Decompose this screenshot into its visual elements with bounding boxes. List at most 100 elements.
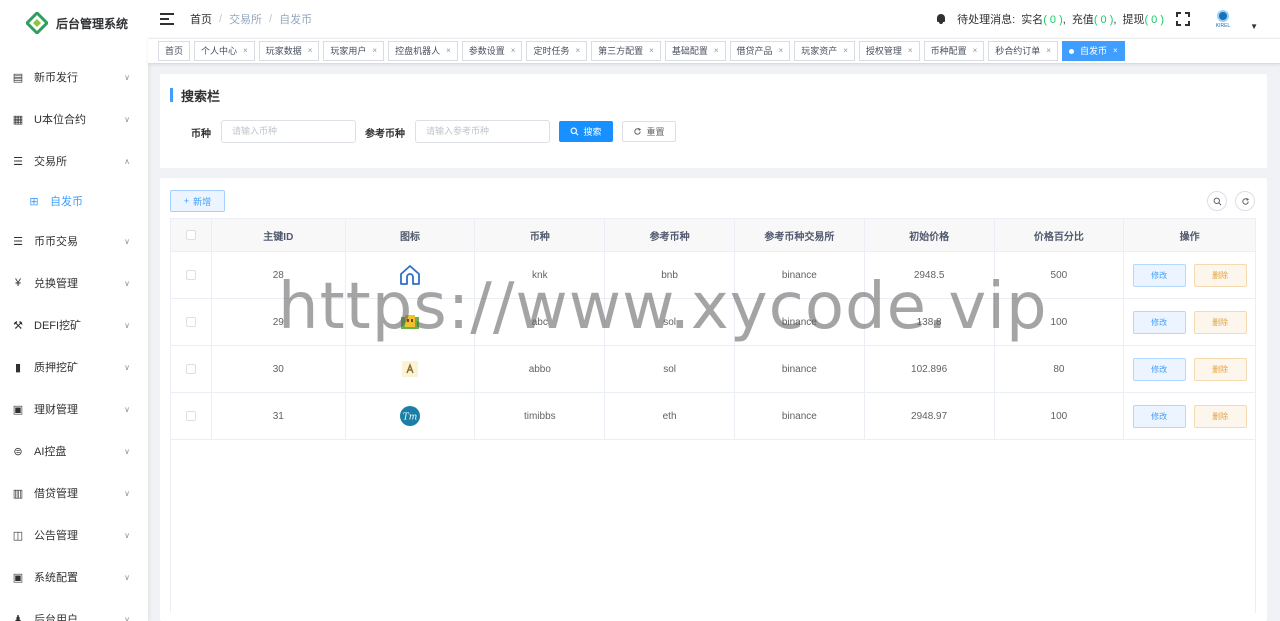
sidebar-item-loan[interactable]: ▥ 借贷管理 ∨ <box>0 472 148 514</box>
logo[interactable]: 后台管理系统 <box>0 0 148 46</box>
row-checkbox[interactable] <box>185 270 196 280</box>
close-icon[interactable]: × <box>779 42 784 60</box>
close-icon[interactable]: × <box>308 42 313 60</box>
search-button[interactable]: 搜索 <box>559 121 613 142</box>
sidebar-menu: ▤ 新币发行 ∨ ▦ U本位合约 ∨ ☰ 交易所 ∧ ⊞ 自发币 ☰ 币币交易 … <box>0 56 148 621</box>
close-icon[interactable]: × <box>1046 42 1051 60</box>
close-icon[interactable]: × <box>649 42 654 60</box>
ref-coin-input[interactable]: 请输入参考币种 <box>415 120 550 143</box>
search-icon <box>1213 197 1221 205</box>
close-icon[interactable]: × <box>908 42 913 60</box>
notice-withdraw[interactable]: 提现( 0 ) <box>1122 11 1164 27</box>
close-icon[interactable]: × <box>372 42 377 60</box>
sidebar-item-swap[interactable]: ¥ 兑换管理 ∨ <box>0 262 148 304</box>
row-checkbox[interactable] <box>185 411 196 421</box>
close-icon[interactable]: × <box>843 42 848 60</box>
close-icon[interactable]: × <box>1113 42 1118 60</box>
sidebar-item-new-coin[interactable]: ▤ 新币发行 ∨ <box>0 56 148 98</box>
delete-button[interactable]: 删除 <box>1193 404 1247 428</box>
tag-cron[interactable]: 定时任务 × <box>526 41 588 61</box>
sidebar-item-self-coin[interactable]: ⊞ 自发币 <box>0 182 148 220</box>
sidebar-item-exchange[interactable]: ☰ 交易所 ∧ <box>0 140 148 182</box>
hamburger-icon[interactable] <box>160 13 174 25</box>
close-icon[interactable]: × <box>714 42 719 60</box>
table-header: 主键ID 图标 币种 参考币种 参考币种交易所 初始价格 价格百分比 操作 <box>171 219 1255 252</box>
cell-icon <box>346 299 476 345</box>
tag-base-config[interactable]: 基础配置 × <box>664 41 726 61</box>
tag-label: 玩家用户 <box>330 46 367 56</box>
cell-icon: Tm <box>346 393 476 439</box>
cell-ref-coin: sol <box>605 299 735 345</box>
reset-button[interactable]: 重置 <box>622 121 676 142</box>
tag-label: 玩家资产 <box>801 46 838 56</box>
row-checkbox[interactable] <box>185 364 196 374</box>
tag-player-data[interactable]: 玩家数据 × <box>258 41 320 61</box>
sidebar-item-ai[interactable]: ⊜ AI控盘 ∨ <box>0 430 148 472</box>
delete-button[interactable]: 删除 <box>1193 357 1247 381</box>
edit-button[interactable]: 修改 <box>1132 357 1186 381</box>
sidebar-item-label: 自发币 <box>50 196 83 208</box>
edit-button[interactable]: 修改 <box>1132 404 1186 428</box>
row-checkbox[interactable] <box>185 317 196 327</box>
sidebar-item-label: 系统配置 <box>34 572 78 584</box>
edit-button[interactable]: 修改 <box>1132 263 1186 287</box>
tag-label: 个人中心 <box>201 46 238 56</box>
close-icon[interactable]: × <box>446 42 451 60</box>
tag-player-user[interactable]: 玩家用户 × <box>323 41 385 61</box>
notice-recharge[interactable]: 充值( 0 ), <box>1072 11 1117 27</box>
cell-actions: 修改 删除 <box>1124 299 1255 345</box>
cell-price: 2948.5 <box>865 252 995 298</box>
cell-ref-coin: sol <box>605 346 735 392</box>
tag-auth[interactable]: 授权管理 × <box>858 41 920 61</box>
tag-self-coin[interactable]: 自发币 × <box>1061 41 1125 61</box>
column-header[interactable]: 主键ID <box>212 219 346 251</box>
chevron-down-icon: ∨ <box>124 446 130 456</box>
search-toggle-button[interactable] <box>1207 191 1227 211</box>
sidebar-item-admin-user[interactable]: ♟ 后台用户 ∨ <box>0 598 148 621</box>
plus-icon: + <box>183 196 190 206</box>
list-icon: ☰ <box>13 155 23 168</box>
sidebar-item-notice[interactable]: ◫ 公告管理 ∨ <box>0 514 148 556</box>
tag-coin-config[interactable]: 币种配置 × <box>923 41 985 61</box>
close-icon[interactable]: × <box>243 42 248 60</box>
tag-third-party[interactable]: 第三方配置 × <box>591 41 661 61</box>
coin-input[interactable]: 请输入币种 <box>221 120 356 143</box>
breadcrumb-home[interactable]: 首页 <box>190 11 212 27</box>
caret-down-icon[interactable]: ▼ <box>1250 22 1258 31</box>
svg-text:Tm: Tm <box>403 413 418 423</box>
cell-ref-coin: bnb <box>605 252 735 298</box>
header-notices: 待处理消息: 实名( 0 ), 充值( 0 ), 提现( 0 ) KIREL <box>935 0 1236 38</box>
notice-realname[interactable]: 实名( 0 ), <box>1021 11 1066 27</box>
tag-home[interactable]: 首页 <box>158 41 191 61</box>
select-all-checkbox[interactable] <box>185 230 196 240</box>
delete-button[interactable]: 删除 <box>1193 263 1247 287</box>
tag-second-contract[interactable]: 秒合约订单 × <box>988 41 1058 61</box>
sidebar-item-defi[interactable]: ⚒ DEFI挖矿 ∨ <box>0 304 148 346</box>
cell-percent: 100 <box>995 393 1125 439</box>
fullscreen-icon[interactable] <box>1176 12 1190 26</box>
close-icon[interactable]: × <box>575 42 580 60</box>
edit-button[interactable]: 修改 <box>1132 310 1186 334</box>
delete-button[interactable]: 删除 <box>1193 310 1247 334</box>
cell-percent: 500 <box>995 252 1125 298</box>
tm-logo-icon: Tm <box>400 406 421 426</box>
tag-profile[interactable]: 个人中心 × <box>194 41 255 61</box>
sidebar-item-u-contract[interactable]: ▦ U本位合约 ∨ <box>0 98 148 140</box>
sidebar-item-finance[interactable]: ▣ 理财管理 ∨ <box>0 388 148 430</box>
tag-player-assets[interactable]: 玩家资产 × <box>794 41 855 61</box>
sidebar-item-label: 借贷管理 <box>34 488 78 500</box>
close-icon[interactable]: × <box>511 42 516 60</box>
sidebar-item-coin-trade[interactable]: ☰ 币币交易 ∨ <box>0 220 148 262</box>
sidebar-item-staking[interactable]: ▮ 质押挖矿 ∨ <box>0 346 148 388</box>
avatar[interactable]: KIREL <box>1210 6 1236 32</box>
bell-icon[interactable] <box>935 13 947 25</box>
tag-robot[interactable]: 控盘机器人 × <box>388 41 458 61</box>
tag-loan-product[interactable]: 借贷产品 × <box>729 41 791 61</box>
refresh-button[interactable] <box>1235 191 1255 211</box>
settings-doc-icon: ▣ <box>12 571 24 584</box>
avatar-logo-icon <box>1217 9 1229 22</box>
tag-params[interactable]: 参数设置 × <box>461 41 523 61</box>
add-button[interactable]: + 新增 <box>170 190 225 212</box>
sidebar-item-system[interactable]: ▣ 系统配置 ∨ <box>0 556 148 598</box>
close-icon[interactable]: × <box>973 42 978 60</box>
